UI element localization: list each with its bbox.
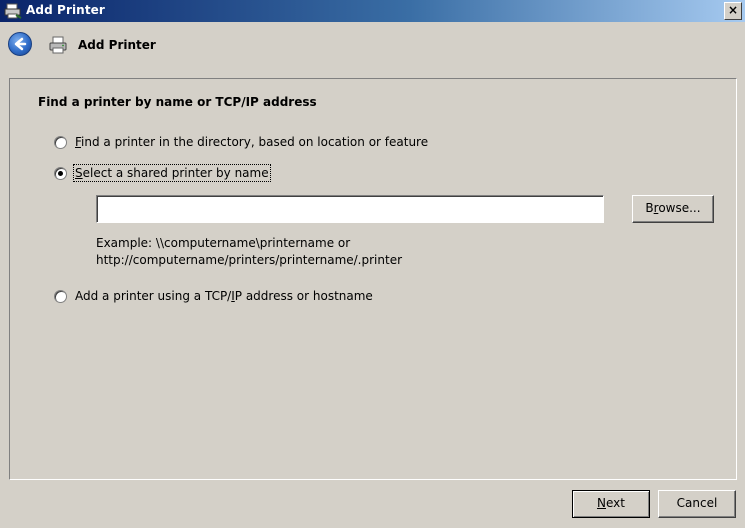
- radio-directory[interactable]: [54, 135, 67, 149]
- close-icon: ×: [727, 3, 739, 17]
- close-button[interactable]: ×: [724, 2, 742, 20]
- example-line-2: http://computername/printers/printername…: [96, 253, 403, 267]
- wizard-footer: Next Cancel: [0, 480, 745, 528]
- printer-icon: [4, 3, 22, 19]
- option-directory-label: Find a printer in the directory, based o…: [75, 135, 429, 149]
- back-arrow-icon: [14, 37, 27, 51]
- option-shared-printer-label: Select a shared printer by name: [73, 164, 271, 182]
- shared-printer-name-input[interactable]: [96, 195, 604, 223]
- wizard-header: Add Printer: [0, 22, 745, 78]
- browse-button[interactable]: Browse...: [632, 195, 714, 223]
- page-title: Add Printer: [78, 38, 156, 52]
- cancel-button[interactable]: Cancel: [658, 490, 736, 518]
- option-shared-printer[interactable]: Select a shared printer by name: [54, 164, 271, 182]
- option-tcpip-label: Add a printer using a TCP/IP address or …: [75, 289, 373, 303]
- printer-icon: [49, 36, 67, 54]
- example-line-1: Example: \\computername\printername or: [96, 236, 351, 250]
- title-bar: Add Printer ×: [0, 0, 745, 22]
- option-directory[interactable]: Find a printer in the directory, based o…: [54, 135, 428, 149]
- option-tcpip[interactable]: Add a printer using a TCP/IP address or …: [54, 289, 373, 303]
- window-title: Add Printer: [26, 3, 105, 17]
- section-title: Find a printer by name or TCP/IP address: [38, 95, 317, 109]
- content-panel: Find a printer by name or TCP/IP address…: [9, 78, 737, 480]
- back-button[interactable]: [8, 32, 32, 56]
- example-text: Example: \\computername\printername or h…: [96, 235, 402, 269]
- radio-shared-printer[interactable]: [54, 166, 67, 180]
- radio-tcpip[interactable]: [54, 289, 67, 303]
- next-button[interactable]: Next: [572, 490, 650, 518]
